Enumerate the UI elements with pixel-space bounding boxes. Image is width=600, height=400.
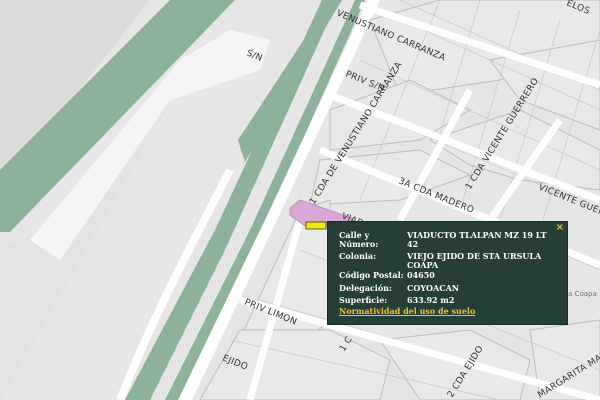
row-street-number: Calle y Número: VIADUCTO TLALPAN MZ 19 L… — [339, 231, 564, 249]
value-colonia: VIEJO EJIDO DE STA URSULA COAPA — [407, 251, 542, 270]
value-postal-code: 04650 — [407, 270, 435, 280]
map-canvas[interactable]: VENUSTIANO CARRANZA PRIV S/N S/N 1 CDA D… — [0, 0, 600, 400]
location-marker[interactable] — [305, 221, 327, 230]
row-delegacion: Delegación: COYOACAN — [339, 284, 564, 293]
value-delegacion: COYOACAN — [407, 283, 460, 293]
row-postal-code: Código Postal: 04650 — [339, 271, 564, 280]
land-use-regulation-link[interactable]: Normatividad del uso de suelo — [339, 307, 475, 316]
label-street-number: Calle y Número: — [339, 230, 379, 249]
label-colonia: Colonia: — [339, 251, 377, 261]
value-superficie: 633.92 m2 — [407, 295, 455, 305]
label-delegacion: Delegación: — [339, 283, 392, 293]
parcel-info-popup: × Calle y Número: VIADUCTO TLALPAN MZ 19… — [327, 221, 568, 325]
label-postal-code: Código Postal: — [339, 270, 404, 280]
row-superficie: Superficie: 633.92 m2 — [339, 296, 564, 305]
value-street-number: VIADUCTO TLALPAN MZ 19 LT 42 — [407, 230, 547, 249]
label-superficie: Superficie: — [339, 295, 388, 305]
row-colonia: Colonia: VIEJO EJIDO DE STA URSULA COAPA — [339, 252, 564, 270]
